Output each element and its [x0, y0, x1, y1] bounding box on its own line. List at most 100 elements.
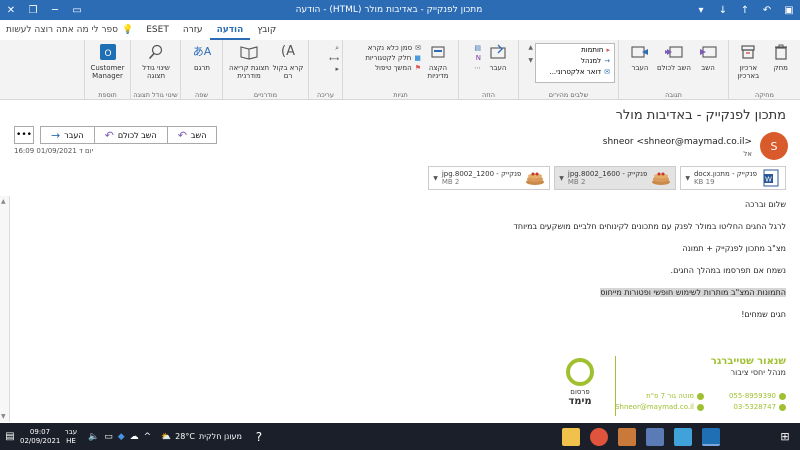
- file-explorer-icon[interactable]: [562, 427, 580, 446]
- outlook-icon[interactable]: [702, 427, 720, 446]
- windows-start-icon[interactable]: ⊞: [770, 423, 800, 450]
- group-zoom-label: שינוי גודל תצוגה: [133, 91, 178, 99]
- quick-step-manager[interactable]: → למנהל: [540, 57, 610, 65]
- undo-icon[interactable]: ↶: [756, 0, 778, 20]
- down-arrow-icon[interactable]: ↓: [712, 0, 734, 20]
- search-icon[interactable]: ⌕: [329, 44, 339, 53]
- rules-icon[interactable]: ▤: [474, 44, 481, 52]
- save-icon[interactable]: ▣: [778, 0, 800, 20]
- move-button[interactable]: העבר: [481, 42, 515, 72]
- language-indicator[interactable]: עבר HE: [60, 428, 82, 446]
- taskbar-apps: [562, 427, 770, 446]
- tab-eset[interactable]: ESET: [139, 20, 176, 40]
- quick-step-stamps[interactable]: ▸ חותמות: [540, 46, 610, 54]
- signature-email[interactable]: Shneor@maymad.co.il: [615, 403, 694, 411]
- immersive-reader-label: תצוגת קריאה מודרנית: [228, 64, 270, 80]
- gear-app-icon[interactable]: [618, 427, 636, 446]
- group-move: העבר ▤ N ⋯ הזזה: [458, 40, 518, 100]
- tab-file[interactable]: קובץ: [250, 20, 283, 40]
- clock-time: 09:07: [29, 427, 51, 436]
- actions-icon[interactable]: ⋯: [474, 64, 481, 72]
- archive-button[interactable]: ארכיון בארכיון: [732, 42, 765, 80]
- up-arrow-icon[interactable]: ↑: [734, 0, 756, 20]
- weather-icon: ⛅: [161, 432, 172, 441]
- scroll-up-icon[interactable]: ▲: [1, 198, 6, 205]
- zoom-button[interactable]: שינוי גודל תצוגה: [135, 42, 177, 80]
- reply-label: השב: [701, 64, 715, 72]
- tab-help[interactable]: עזרה: [176, 20, 210, 40]
- tab-message[interactable]: הודעה: [209, 20, 251, 40]
- category-icon: ■: [414, 54, 421, 62]
- follow-up-button[interactable]: ⚑ המשך טיפול: [365, 64, 421, 72]
- signature-address: מוטה גור 7 פ"ת: [646, 392, 694, 400]
- delete-label: מחק: [773, 64, 788, 72]
- group-move-label: הזזה: [482, 91, 495, 99]
- reply-all-label: השב לכולם: [656, 64, 691, 72]
- more-actions-button[interactable]: •••: [14, 126, 34, 144]
- mark-unread-button[interactable]: ✉ סמן כלא נקרא: [365, 44, 421, 52]
- attachment-docx[interactable]: W פנקייק - מתכון.docx 19 KB ▼: [680, 166, 786, 190]
- speaker-icon[interactable]: 🔈: [88, 432, 99, 442]
- close-icon[interactable]: ✕: [0, 0, 22, 20]
- help-icon[interactable]: ?: [246, 423, 272, 450]
- chrome-icon[interactable]: [590, 427, 608, 446]
- forward-action-label: העבר: [64, 130, 84, 140]
- reply-button[interactable]: השב: [691, 42, 725, 72]
- dropbox-icon[interactable]: ◆: [118, 432, 125, 442]
- minimize-icon[interactable]: ─: [44, 0, 66, 20]
- reply-all-action-button[interactable]: השב לכולם ↶: [94, 126, 168, 144]
- more-icon[interactable]: ▾: [690, 0, 712, 20]
- tell-me-search[interactable]: 💡 ספר לי מה אתה רוצה לעשות: [0, 25, 139, 35]
- pancake-image-icon: [525, 168, 545, 188]
- quick-steps-list[interactable]: ▸ חותמות → למנהל ✉ דואר אלקטרוני...: [535, 43, 615, 83]
- body-scrollbar[interactable]: ▲ ▼: [0, 196, 10, 422]
- select-icon[interactable]: ▸: [329, 65, 339, 73]
- chevron-up-icon[interactable]: ^: [144, 432, 152, 442]
- assign-policy-button[interactable]: הקצה מדיניות: [421, 42, 455, 80]
- body-line-closing: חגים שמחים!: [741, 310, 786, 319]
- quick-step-email[interactable]: ✉ דואר אלקטרוני...: [540, 68, 610, 76]
- editing-small-tools: ⌕ ⟷ ▸: [329, 42, 339, 73]
- immersive-reader-button[interactable]: תצוגת קריאה מודרנית: [227, 42, 271, 80]
- system-tray: ▤ 09:07 02/09/2021 עבר HE 🔈 ▭ ◆ ☁ ^ ⛅ 28…: [0, 423, 246, 450]
- weather-widget[interactable]: ⛅ 28°C מעונן חלקית: [157, 432, 246, 441]
- logo-text-top: פרסום: [570, 388, 590, 396]
- onenote-icon[interactable]: N: [474, 54, 481, 62]
- attachment-jpg-1600[interactable]: פנקייק - 1600_8002.jpg 2 MB ▼: [554, 166, 677, 190]
- delete-button[interactable]: מחק: [765, 42, 798, 72]
- categorize-button[interactable]: ■ חלק לקטגוריות: [365, 54, 421, 62]
- network-icon[interactable]: ▭: [104, 432, 113, 442]
- ribbon-display-icon[interactable]: ▭: [66, 0, 88, 20]
- reply-action-button[interactable]: השב ↶: [167, 126, 218, 144]
- avatar[interactable]: S: [760, 132, 788, 160]
- sender-address[interactable]: shneor <shneor@maymad.co.il>: [603, 137, 752, 147]
- customer-manager-button[interactable]: O Customer Manager: [88, 42, 127, 80]
- cloud-icon[interactable]: ☁: [130, 432, 139, 442]
- chevron-down-icon[interactable]: ▼: [433, 175, 438, 182]
- window-controls: ✕ ❐ ─ ▭: [0, 0, 88, 20]
- maximize-icon[interactable]: ❐: [22, 0, 44, 20]
- forward-button[interactable]: העבר: [623, 42, 657, 72]
- chevron-down-icon[interactable]: ▼: [559, 175, 564, 182]
- quick-steps-scroll[interactable]: ▲ ▼: [528, 42, 533, 64]
- language-name: עבר: [64, 427, 78, 436]
- translate-button[interactable]: あA תרגם: [185, 42, 219, 72]
- notification-icon[interactable]: ▤: [0, 431, 20, 442]
- attachment-jpg-1200[interactable]: פנקייק - 1200_8002.jpg 2 MB ▼: [428, 166, 551, 190]
- chevron-up-icon[interactable]: ▲: [528, 44, 533, 51]
- quick-access: ▾ ↓ ↑ ↶ ▣: [690, 0, 800, 20]
- chevron-down-icon[interactable]: ▼: [528, 57, 533, 64]
- chevron-down-icon[interactable]: ▼: [685, 175, 690, 182]
- scroll-down-icon[interactable]: ▼: [1, 413, 6, 420]
- customer-manager-label: Customer Manager: [90, 64, 125, 80]
- read-aloud-button[interactable]: A) קרא בקול רם: [271, 42, 305, 80]
- paint-icon[interactable]: [674, 427, 692, 446]
- app-icon[interactable]: [646, 427, 664, 446]
- clock[interactable]: 09:07 02/09/2021: [20, 428, 60, 446]
- language-code: HE: [66, 436, 76, 445]
- reply-all-action-label: השב לכולם: [117, 130, 157, 140]
- related-icon[interactable]: ⟷: [329, 55, 339, 63]
- body-line-intro: לרגל החגים החליטו במולר לפנק עם מתכונים …: [513, 222, 786, 231]
- forward-action-button[interactable]: העבר →: [40, 126, 95, 144]
- reply-all-button[interactable]: השב לכולם: [657, 42, 691, 72]
